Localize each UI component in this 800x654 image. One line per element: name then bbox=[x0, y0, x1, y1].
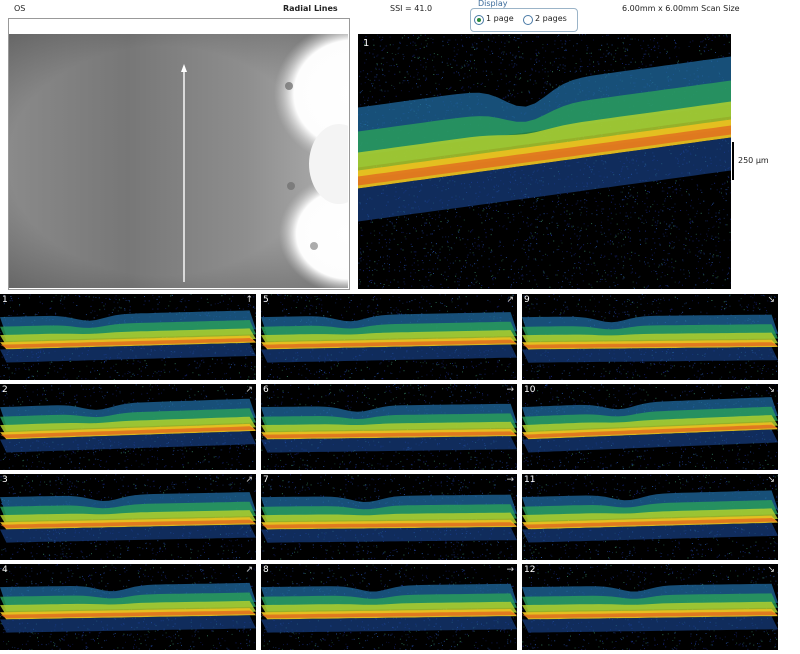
scan-direction-icon: ↗ bbox=[245, 565, 253, 575]
bscan-thumbnail-11[interactable]: 11 ↘ bbox=[522, 474, 778, 560]
bscan-thumbnail-5[interactable]: 5 ↗ bbox=[261, 294, 517, 380]
bscan-thumbnail-9[interactable]: 9 ↘ bbox=[522, 294, 778, 380]
scale-label: 250 µm bbox=[738, 156, 769, 165]
bscan-thumbnail-2[interactable]: 2 ↗ bbox=[0, 384, 256, 470]
scan-direction-icon: ↗ bbox=[506, 295, 514, 305]
bscan-thumbnail-10[interactable]: 10 ↘ bbox=[522, 384, 778, 470]
one-page-label[interactable]: 1 page bbox=[486, 14, 514, 23]
display-legend: Display bbox=[476, 0, 510, 8]
scan-direction-arrow-icon bbox=[181, 64, 187, 72]
bscan-number: 11 bbox=[524, 475, 536, 485]
scale-bar bbox=[732, 142, 734, 180]
bscan-number: 5 bbox=[263, 295, 269, 305]
bscan-number: 10 bbox=[524, 385, 536, 395]
bscan-thumbnail-3[interactable]: 3 ↗ bbox=[0, 474, 256, 560]
ssi-value: SSI = 41.0 bbox=[390, 4, 433, 13]
scan-size-label: 6.00mm x 6.00mm Scan Size bbox=[622, 4, 740, 13]
bscan-thumbnail-4[interactable]: 4 ↗ bbox=[0, 564, 256, 650]
bscan-thumbnail-8[interactable]: 8 → bbox=[261, 564, 517, 650]
main-bscan[interactable]: 1 bbox=[358, 34, 731, 289]
protocol-title: Radial Lines bbox=[283, 4, 338, 13]
bscan-thumbnail-6[interactable]: 6 → bbox=[261, 384, 517, 470]
fundus-image[interactable] bbox=[9, 34, 348, 288]
bscan-thumbnail-12[interactable]: 12 ↘ bbox=[522, 564, 778, 650]
scan-direction-icon: ↗ bbox=[245, 475, 253, 485]
scan-direction-icon: ↗ bbox=[245, 385, 253, 395]
bscan-number: 12 bbox=[524, 565, 536, 575]
bscan-number: 3 bbox=[2, 475, 8, 485]
bscan-thumbnail-7[interactable]: 7 → bbox=[261, 474, 517, 560]
scan-direction-icon: ↑ bbox=[245, 295, 253, 305]
scan-direction-icon: ↘ bbox=[767, 295, 775, 305]
scan-direction-icon: → bbox=[506, 385, 514, 395]
bscan-number: 4 bbox=[2, 565, 8, 575]
bscan-thumbnail-1[interactable]: 1 ↑ bbox=[0, 294, 256, 380]
bscan-number: 7 bbox=[263, 475, 269, 485]
scan-direction-icon: ↘ bbox=[767, 565, 775, 575]
bscan-number: 6 bbox=[263, 385, 269, 395]
scan-direction-icon: → bbox=[506, 565, 514, 575]
bscan-number: 8 bbox=[263, 565, 269, 575]
one-page-radio[interactable] bbox=[474, 15, 484, 25]
main-scan-number: 1 bbox=[363, 38, 370, 49]
eye-label: OS bbox=[14, 4, 26, 13]
scan-direction-icon: ↘ bbox=[767, 385, 775, 395]
bscan-number: 2 bbox=[2, 385, 8, 395]
two-pages-radio[interactable] bbox=[523, 15, 533, 25]
bscan-number: 1 bbox=[2, 295, 8, 305]
scan-direction-icon: ↘ bbox=[767, 475, 775, 485]
two-pages-label[interactable]: 2 pages bbox=[535, 14, 567, 23]
scan-direction-icon: → bbox=[506, 475, 514, 485]
bscan-number: 9 bbox=[524, 295, 530, 305]
